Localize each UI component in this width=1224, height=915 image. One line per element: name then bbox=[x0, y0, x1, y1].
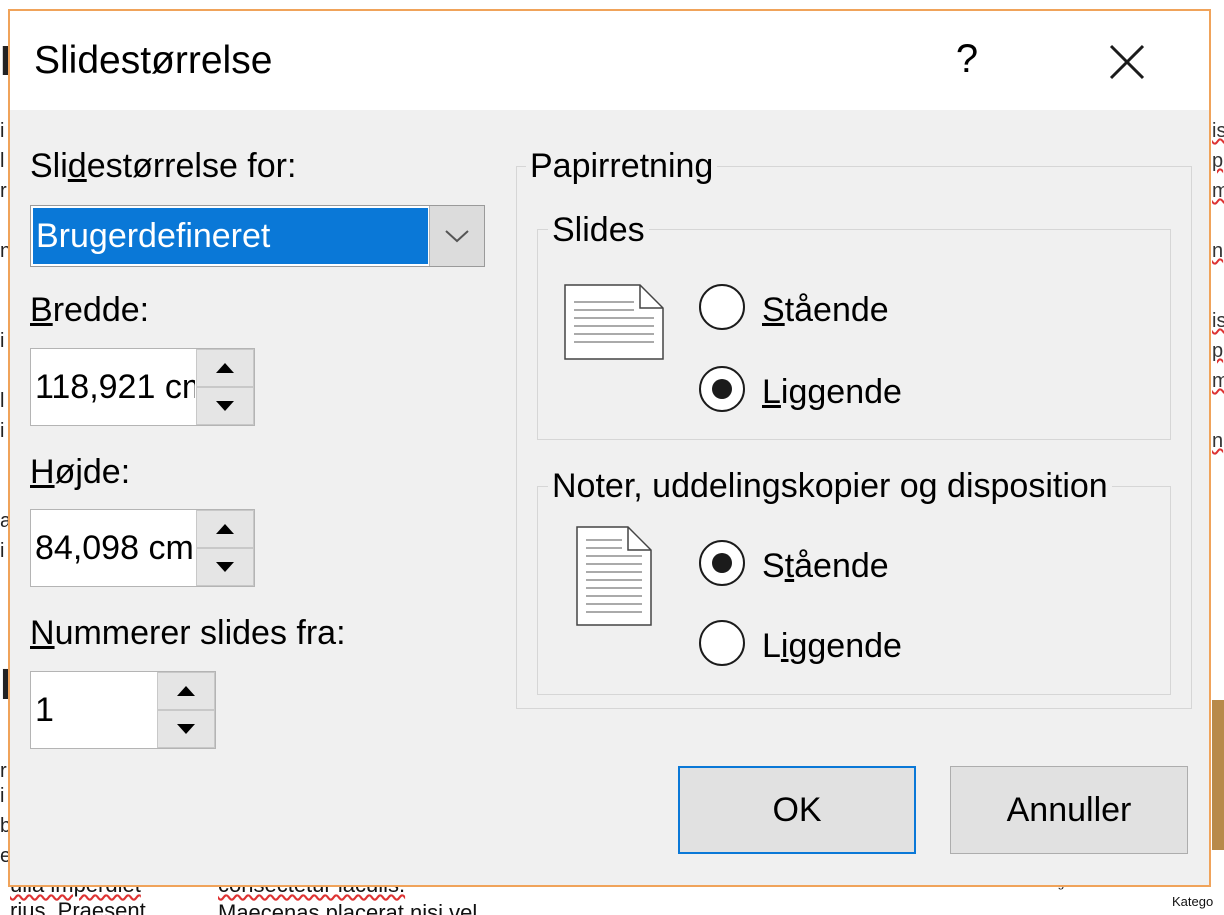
size-for-dropdown[interactable]: Brugerdefineret bbox=[30, 205, 485, 267]
background-char: r bbox=[0, 760, 7, 782]
notes-landscape-radio[interactable] bbox=[699, 620, 745, 666]
background-char: l bbox=[0, 150, 5, 172]
background-image bbox=[1212, 700, 1224, 850]
slides-landscape-label[interactable]: Liggende bbox=[762, 373, 902, 412]
background-char: p bbox=[1212, 150, 1224, 172]
background-char: i bbox=[0, 120, 5, 142]
background-char: n bbox=[0, 240, 8, 262]
background-char: b bbox=[0, 815, 8, 837]
arrow-up-icon bbox=[216, 363, 234, 373]
height-increment-button[interactable] bbox=[196, 510, 254, 548]
portrait-page-icon bbox=[576, 526, 652, 626]
ok-button[interactable]: OK bbox=[678, 766, 916, 854]
number-from-decrement-button[interactable] bbox=[157, 710, 215, 748]
number-from-increment-button[interactable] bbox=[157, 672, 215, 710]
cancel-button[interactable]: Annuller bbox=[950, 766, 1188, 854]
chevron-down-icon bbox=[445, 230, 469, 243]
slides-group-title: Slides bbox=[548, 211, 649, 250]
background-text: Katego bbox=[1172, 894, 1214, 909]
help-button[interactable]: ? bbox=[947, 33, 987, 85]
dialog-titlebar: Slidestørrelse ? bbox=[10, 11, 1209, 110]
background-char: I bbox=[0, 660, 8, 709]
number-from-label: Nummerer slides fra: bbox=[30, 614, 346, 652]
background-char: r bbox=[0, 180, 7, 202]
width-input[interactable]: 118,921 cm bbox=[35, 349, 195, 425]
height-decrement-button[interactable] bbox=[196, 548, 254, 586]
background-char: i bbox=[0, 420, 5, 442]
background-char: e bbox=[0, 845, 8, 867]
width-spinbox[interactable]: 118,921 cm bbox=[30, 348, 255, 426]
notes-group-title: Noter, uddelingskopier og disposition bbox=[548, 467, 1112, 506]
size-for-selected-value: Brugerdefineret bbox=[33, 208, 428, 264]
landscape-page-icon bbox=[564, 284, 664, 360]
arrow-up-icon bbox=[216, 524, 234, 534]
arrow-down-icon bbox=[216, 562, 234, 572]
notes-landscape-label[interactable]: Liggende bbox=[762, 627, 902, 666]
height-spin-buttons bbox=[196, 510, 254, 586]
width-spin-buttons bbox=[196, 349, 254, 425]
height-label: Højde: bbox=[30, 453, 131, 491]
background-char: m bbox=[1212, 370, 1224, 392]
background-document-left: k i l r n i l i a i I r i b e bbox=[0, 0, 8, 915]
arrow-up-icon bbox=[177, 686, 195, 696]
dropdown-button[interactable] bbox=[429, 206, 484, 266]
notes-portrait-label[interactable]: Stående bbox=[762, 547, 889, 586]
height-input[interactable]: 84,098 cm bbox=[35, 510, 195, 586]
background-char: a bbox=[0, 510, 8, 532]
background-text: Maecenas placerat nisi vel bbox=[218, 900, 478, 915]
number-from-spinbox[interactable]: 1 bbox=[30, 671, 216, 749]
close-button[interactable] bbox=[1102, 37, 1152, 87]
width-decrement-button[interactable] bbox=[196, 387, 254, 425]
size-for-label: Slidestørrelse for: bbox=[30, 147, 297, 185]
background-char: l bbox=[0, 390, 5, 412]
dialog-title: Slidestørrelse bbox=[34, 39, 273, 82]
notes-portrait-radio[interactable] bbox=[699, 540, 745, 586]
slide-size-dialog: Slidestørrelse ? Slidestørrelse for: Bru… bbox=[8, 9, 1211, 887]
background-char: i bbox=[0, 540, 5, 562]
background-char: p bbox=[1212, 340, 1224, 362]
width-label: Bredde: bbox=[30, 291, 150, 329]
background-char: i bbox=[0, 785, 5, 807]
close-icon bbox=[1109, 44, 1145, 80]
height-spinbox[interactable]: 84,098 cm bbox=[30, 509, 255, 587]
number-from-spin-buttons bbox=[157, 672, 215, 748]
background-char: m bbox=[1212, 180, 1224, 202]
number-from-input[interactable]: 1 bbox=[35, 672, 155, 748]
background-char: n bbox=[1212, 430, 1224, 452]
background-char: is bbox=[1212, 310, 1224, 332]
background-char: n bbox=[1212, 240, 1224, 262]
background-text: rius. Praesent bbox=[10, 898, 146, 915]
background-char: i bbox=[0, 330, 5, 352]
slides-portrait-label[interactable]: Stående bbox=[762, 291, 889, 330]
background-char: k bbox=[0, 40, 8, 85]
slides-portrait-radio[interactable] bbox=[699, 284, 745, 330]
slides-landscape-radio[interactable] bbox=[699, 366, 745, 412]
arrow-down-icon bbox=[177, 724, 195, 734]
arrow-down-icon bbox=[216, 401, 234, 411]
orientation-group-title: Papirretning bbox=[526, 147, 718, 186]
background-char: is bbox=[1212, 120, 1224, 142]
width-increment-button[interactable] bbox=[196, 349, 254, 387]
